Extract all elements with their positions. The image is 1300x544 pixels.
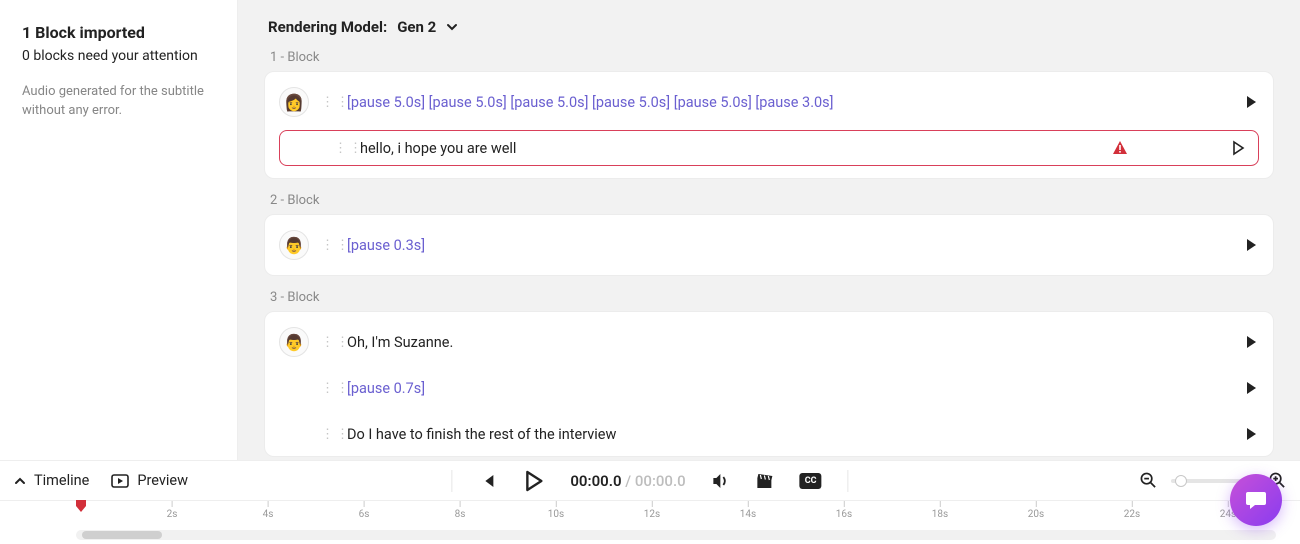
volume-icon[interactable] bbox=[712, 472, 730, 490]
ruler-tick: 6s bbox=[359, 501, 370, 520]
time-current: 00:00.0 bbox=[570, 472, 621, 490]
playhead-icon[interactable] bbox=[76, 500, 86, 512]
block-card: 👨 Oh, I'm Suzanne. [pause 0.7s] bbox=[264, 311, 1274, 457]
block-3: 3 - Block 👨 Oh, I'm Suzanne. [pause 0.7s… bbox=[264, 290, 1274, 457]
block-card: 👨 [pause 0.3s] bbox=[264, 214, 1274, 276]
script-line[interactable]: [pause 0.7s] bbox=[279, 370, 1259, 406]
sidebar-note: Audio generated for the subtitle without… bbox=[22, 83, 217, 121]
chat-fab[interactable] bbox=[1230, 474, 1282, 526]
speaker-avatar[interactable]: 👨 bbox=[279, 327, 309, 357]
ruler-tick: 22s bbox=[1124, 501, 1140, 520]
play-line-icon[interactable] bbox=[1243, 94, 1259, 110]
drag-handle-icon[interactable] bbox=[321, 427, 335, 442]
speaker-avatar[interactable]: 👨 bbox=[279, 230, 309, 260]
skip-back-icon[interactable] bbox=[478, 472, 496, 490]
ruler-tick: 18s bbox=[932, 501, 948, 520]
sidebar-subtitle: 0 blocks need your attention bbox=[22, 46, 217, 66]
line-text[interactable]: Do I have to finish the rest of the inte… bbox=[347, 426, 1231, 443]
time-total: 00:00.0 bbox=[635, 472, 686, 490]
avatar-spacer bbox=[292, 148, 322, 149]
preview-icon bbox=[111, 474, 129, 488]
block-label: 1 - Block bbox=[270, 50, 1274, 65]
ruler-tick: 12s bbox=[644, 501, 660, 520]
ruler-tick: 14s bbox=[740, 501, 756, 520]
drag-handle-icon[interactable] bbox=[321, 381, 335, 396]
drag-handle-icon[interactable] bbox=[321, 238, 335, 253]
drag-handle-icon[interactable] bbox=[334, 141, 348, 156]
block-label: 2 - Block bbox=[270, 193, 1274, 208]
warning-icon bbox=[1112, 140, 1128, 156]
avatar-spacer bbox=[279, 388, 309, 389]
block-label: 3 - Block bbox=[270, 290, 1274, 305]
ruler-tick: 2s bbox=[167, 501, 178, 520]
speaker-avatar[interactable]: 👩 bbox=[279, 87, 309, 117]
chat-icon bbox=[1244, 488, 1268, 512]
timeline-scrollbar[interactable] bbox=[76, 530, 1276, 540]
timeline-toggle[interactable]: Timeline bbox=[14, 472, 89, 489]
script-line[interactable]: 👩 [pause 5.0s] [pause 5.0s] [pause 5.0s]… bbox=[279, 84, 1259, 120]
drag-handle-icon[interactable] bbox=[321, 335, 335, 350]
drag-handle-icon[interactable] bbox=[321, 95, 335, 110]
play-line-icon[interactable] bbox=[1243, 426, 1259, 442]
preview-label: Preview bbox=[137, 472, 188, 489]
block-card: 👩 [pause 5.0s] [pause 5.0s] [pause 5.0s]… bbox=[264, 71, 1274, 179]
timeline-label: Timeline bbox=[34, 472, 89, 489]
avatar-spacer bbox=[279, 434, 309, 435]
zoom-out-icon[interactable] bbox=[1140, 472, 1157, 489]
script-line-error[interactable]: hello, i hope you are well bbox=[279, 130, 1259, 166]
script-line[interactable]: 👨 Oh, I'm Suzanne. bbox=[279, 324, 1259, 360]
play-line-icon[interactable] bbox=[1243, 237, 1259, 253]
play-line-icon[interactable] bbox=[1230, 140, 1246, 156]
caret-up-icon bbox=[14, 475, 26, 487]
script-line[interactable]: 👨 [pause 0.3s] bbox=[279, 227, 1259, 263]
block-1: 1 - Block 👩 [pause 5.0s] [pause 5.0s] [p… bbox=[264, 50, 1274, 179]
scrollbar-thumb[interactable] bbox=[82, 531, 162, 539]
divider bbox=[848, 470, 849, 492]
play-line-icon[interactable] bbox=[1243, 334, 1259, 350]
playback-bar: Timeline Preview 00:00.0 / 00:00.0 CC bbox=[0, 460, 1300, 500]
preview-button[interactable]: Preview bbox=[111, 472, 188, 489]
rendering-model-selector[interactable]: Rendering Model: Gen 2 bbox=[268, 18, 1274, 36]
editor-main: Rendering Model: Gen 2 1 - Block 👩 [paus… bbox=[238, 0, 1300, 460]
ruler-tick: 8s bbox=[455, 501, 466, 520]
divider bbox=[451, 470, 452, 492]
block-2: 2 - Block 👨 [pause 0.3s] bbox=[264, 193, 1274, 276]
ruler-tick: 4s bbox=[263, 501, 274, 520]
captions-icon[interactable]: CC bbox=[800, 473, 822, 489]
line-text[interactable]: [pause 0.3s] bbox=[347, 237, 1231, 254]
line-text[interactable]: [pause 5.0s] [pause 5.0s] [pause 5.0s] [… bbox=[347, 94, 1231, 111]
model-prefix: Rendering Model: bbox=[268, 18, 387, 36]
ruler-tick: 10s bbox=[548, 501, 564, 520]
clapperboard-icon[interactable] bbox=[756, 472, 774, 490]
sidebar-title: 1 Block imported bbox=[22, 22, 217, 44]
chevron-down-icon bbox=[446, 21, 458, 33]
time-display: 00:00.0 / 00:00.0 bbox=[570, 472, 685, 490]
script-line[interactable]: Do I have to finish the rest of the inte… bbox=[279, 416, 1259, 452]
import-status-sidebar: 1 Block imported 0 blocks need your atte… bbox=[0, 0, 238, 460]
line-text[interactable]: hello, i hope you are well bbox=[360, 140, 1100, 157]
line-text[interactable]: Oh, I'm Suzanne. bbox=[347, 334, 1231, 351]
play-icon[interactable] bbox=[522, 470, 544, 492]
zoom-thumb[interactable] bbox=[1175, 475, 1187, 487]
ruler-tick: 16s bbox=[836, 501, 852, 520]
model-value: Gen 2 bbox=[397, 18, 436, 36]
play-line-icon[interactable] bbox=[1243, 380, 1259, 396]
ruler-tick: 20s bbox=[1028, 501, 1044, 520]
line-text[interactable]: [pause 0.7s] bbox=[347, 380, 1231, 397]
